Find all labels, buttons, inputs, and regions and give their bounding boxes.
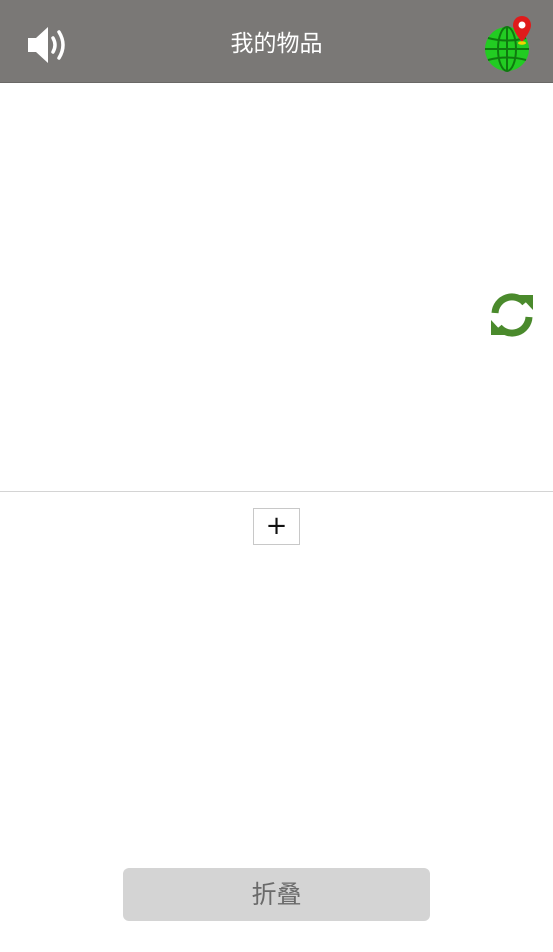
location-button[interactable] — [482, 14, 536, 74]
app-screen: 我的物品 + 折叠 — [0, 0, 553, 952]
refresh-icon — [491, 293, 533, 337]
top-bar: 我的物品 — [0, 0, 553, 83]
globe-location-pin-icon — [485, 16, 531, 72]
refresh-button[interactable] — [486, 289, 538, 341]
section-divider — [0, 491, 553, 492]
page-title: 我的物品 — [230, 31, 323, 57]
add-item-button[interactable]: + — [253, 508, 300, 545]
collapse-button[interactable]: 折叠 — [123, 868, 430, 921]
speaker-volume-icon — [28, 27, 65, 63]
sound-toggle-button[interactable] — [24, 24, 70, 66]
